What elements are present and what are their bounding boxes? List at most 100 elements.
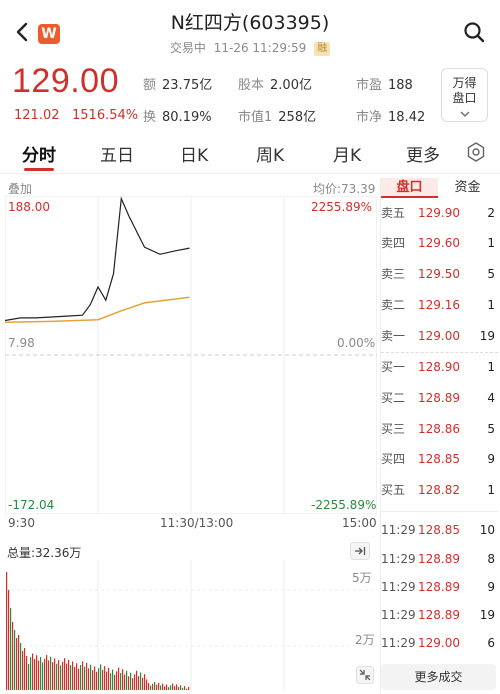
wind-panel-label: 万得 盘口 (452, 76, 477, 105)
volume-bar (178, 687, 180, 690)
ask-row[interactable]: 卖一 129.00 19 (381, 323, 498, 349)
volume-tick-mid: 2万 (355, 633, 375, 647)
volume-bar (116, 671, 118, 690)
volume-bar (34, 658, 36, 690)
volume-bar (52, 662, 54, 690)
volume-bar (26, 656, 28, 690)
divider (381, 352, 498, 353)
volume-bar (18, 635, 20, 690)
volume-bar (68, 659, 70, 690)
y-axis-bottom-pct: -2255.89% (311, 498, 377, 512)
y-axis-bottom: -172.04 (8, 498, 55, 512)
price-line (5, 196, 190, 322)
volume-bar (38, 660, 40, 690)
volume-bar (180, 685, 182, 690)
volume-bar (16, 638, 18, 690)
volume-bar (100, 664, 102, 690)
volume-bar (156, 684, 158, 690)
volume-bar (56, 663, 58, 690)
volume-bar (42, 662, 44, 690)
volume-bar (188, 686, 190, 690)
tab-weekly-k[interactable]: 周K (256, 141, 284, 166)
tab-orderbook[interactable]: 盘口 (381, 178, 438, 198)
stat-pe: 市盈 188 (356, 78, 413, 93)
volume-bar (106, 671, 108, 690)
tab-daily-k[interactable]: 日K (180, 141, 208, 166)
volume-bar (160, 685, 162, 690)
stock-title: N红四方(603395) (170, 12, 330, 34)
total-volume-label: 总量:32.36万 (7, 546, 82, 560)
volume-bar (6, 572, 8, 690)
volume-bar (46, 655, 48, 690)
volume-bar (114, 674, 116, 690)
volume-bar (148, 682, 150, 690)
ask-row[interactable]: 卖二 129.16 1 (381, 292, 498, 318)
volume-bar (158, 682, 160, 690)
intraday-chart[interactable] (5, 196, 377, 514)
volume-bar (82, 661, 84, 690)
volume-bar (138, 676, 140, 690)
volume-bar (60, 665, 62, 690)
more-trades-button[interactable]: 更多成交 (381, 664, 496, 690)
ask-row[interactable]: 卖三 129.50 5 (381, 261, 498, 287)
y-axis-mid-pct: 0.00% (337, 336, 376, 350)
settings-icon[interactable] (465, 141, 487, 163)
bid-row[interactable]: 买五 128.82 1 (381, 477, 498, 503)
y-axis-top-pct: 2255.89% (311, 200, 373, 214)
wind-panel-button[interactable]: 万得 盘口 (441, 68, 488, 122)
volume-bar (102, 669, 104, 690)
volume-bar (84, 666, 86, 690)
ask-row[interactable]: 卖五 129.90 2 (381, 200, 498, 226)
volume-bar (186, 688, 188, 690)
trade-row[interactable]: 11:29 128.85 10 (381, 516, 498, 544)
ask-row[interactable]: 卖四 129.60 1 (381, 230, 498, 256)
volume-bar (134, 674, 136, 690)
search-icon[interactable] (462, 20, 486, 44)
tab-capital-flow[interactable]: 资金 (439, 178, 496, 198)
volume-bar (150, 685, 152, 690)
volume-bar (36, 655, 38, 690)
margin-badge: 融 (314, 42, 331, 56)
stat-turnover-rate: 换 80.19% (143, 110, 212, 125)
volume-bar (80, 664, 82, 690)
volume-chart[interactable] (5, 560, 377, 690)
expand-icon[interactable] (350, 542, 370, 560)
y-axis-mid: 7.98 (8, 336, 35, 350)
volume-bar (86, 663, 88, 690)
bid-row[interactable]: 买三 128.86 5 (381, 416, 498, 442)
trade-row[interactable]: 11:29 128.89 9 (381, 573, 498, 601)
tab-monthly-k[interactable]: 月K (333, 141, 361, 166)
volume-bar (122, 669, 124, 690)
tab-intraday[interactable]: 分时 (22, 141, 56, 166)
orderbook-tabs: 盘口 资金 (381, 178, 497, 198)
tab-more[interactable]: 更多 (406, 141, 440, 166)
trade-row[interactable]: 11:29 128.89 8 (381, 545, 498, 573)
bid-row[interactable]: 买四 128.85 9 (381, 446, 498, 472)
trade-row[interactable]: 11:29 129.00 6 (381, 629, 498, 657)
last-price: 129.00 (12, 62, 119, 100)
volume-bar (132, 678, 134, 690)
volume-bar (98, 668, 100, 690)
volume-bar (78, 668, 80, 690)
volume-bar (28, 664, 30, 690)
volume-bar (118, 667, 120, 690)
volume-bar (154, 681, 156, 690)
volume-bar (76, 663, 78, 690)
overlay-button[interactable]: 叠加 (8, 180, 32, 197)
volume-bar (88, 668, 90, 690)
price-change-pct: 1516.54% (72, 108, 139, 123)
x-axis-mid: 11:30/13:00 (160, 516, 234, 530)
volume-bar (72, 661, 74, 690)
volume-bar (120, 672, 122, 690)
volume-bar (24, 648, 26, 690)
volume-bar (90, 664, 92, 690)
status-text: 交易中 (169, 41, 206, 55)
volume-bar (176, 684, 178, 690)
collapse-icon[interactable] (356, 666, 374, 684)
volume-bar (126, 671, 128, 690)
trade-row[interactable]: 11:29 128.89 19 (381, 601, 498, 629)
volume-bar (30, 657, 32, 690)
bid-row[interactable]: 买二 128.89 4 (381, 385, 498, 411)
bid-row[interactable]: 买一 128.90 1 (381, 354, 498, 380)
tab-five-day[interactable]: 五日 (100, 141, 134, 166)
